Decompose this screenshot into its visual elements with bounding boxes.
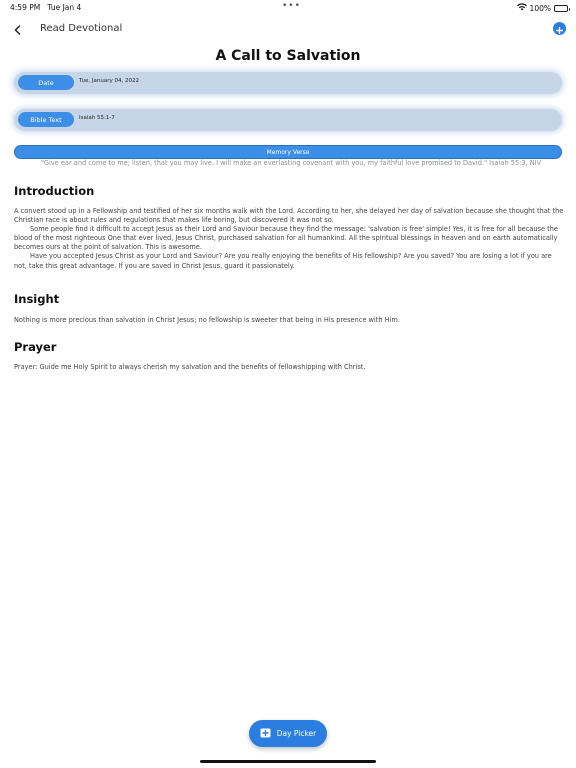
date-row: Date Tue, January 04, 2022 (14, 72, 562, 94)
day-picker-label: Day Picker (276, 729, 317, 738)
status-indicators: 100% (516, 3, 570, 13)
devotional-title: A Call to Salvation (215, 48, 361, 64)
day-picker-button[interactable]: Day Picker (249, 720, 327, 747)
home-indicator[interactable] (200, 760, 376, 763)
introduction-paragraph: Some people find it difficult to accept … (14, 225, 558, 252)
add-button[interactable] (553, 22, 566, 35)
insight-body: Nothing is more precious than salvation … (14, 316, 400, 324)
introduction-body: A convert stood up in a Fellowship and t… (14, 207, 564, 271)
memory-verse-bar: Memory Verse (14, 145, 562, 159)
battery-icon (554, 4, 570, 12)
introduction-heading: Introduction (14, 184, 95, 198)
back-button[interactable] (10, 21, 24, 37)
bible-text-row: Bible Text Isaiah 55:1-7 (14, 109, 562, 131)
status-bar: 4:59 PM Tue Jan 4 ••• 100% (0, 0, 576, 14)
bible-text-label-pill: Bible Text (18, 112, 74, 127)
status-time-value: 4:59 PM (10, 3, 41, 12)
plus-circle-icon (555, 19, 564, 38)
prayer-body: Prayer: Guide me Holy Spirit to always c… (14, 363, 366, 371)
chevron-left-icon (14, 20, 21, 39)
wifi-icon (516, 3, 527, 13)
prayer-heading: Prayer (14, 340, 57, 354)
navigation-bar: Read Devotional (0, 18, 576, 40)
bible-text-value: Isaiah 55:1-7 (79, 115, 115, 121)
date-label-pill: Date (18, 75, 74, 90)
status-date-value: Tue Jan 4 (47, 3, 82, 12)
introduction-paragraph: Have you accepted Jesus Christ as your L… (14, 252, 552, 270)
calendar-plus-icon (260, 728, 271, 740)
multitasking-dots-icon[interactable]: ••• (282, 1, 301, 11)
status-time: 4:59 PM Tue Jan 4 (10, 3, 81, 12)
nav-title: Read Devotional (40, 23, 123, 34)
date-value: Tue, January 04, 2022 (79, 78, 139, 84)
insight-heading: Insight (14, 292, 60, 306)
introduction-paragraph: A convert stood up in a Fellowship and t… (14, 207, 564, 225)
battery-percent: 100% (529, 3, 551, 13)
memory-verse-text: "Give ear and come to me; listen, that y… (40, 159, 542, 167)
